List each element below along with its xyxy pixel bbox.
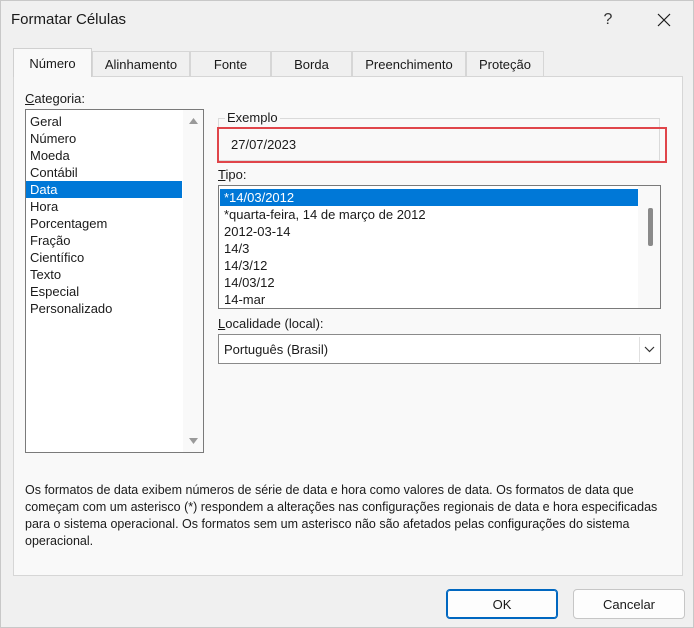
tab-protecao[interactable]: Proteção: [466, 51, 544, 76]
tab-preenchimento[interactable]: Preenchimento: [352, 51, 466, 76]
sample-legend: Exemplo: [225, 110, 280, 125]
title-bar: Formatar Células ?: [1, 1, 693, 39]
format-description: Os formatos de data exibem números de sé…: [25, 483, 658, 548]
category-listbox[interactable]: Geral Número Moeda Contábil Data Hora Porcenta…: [25, 109, 204, 453]
category-list-item[interactable]: Científico: [26, 249, 182, 266]
type-label: Tipo:: [218, 167, 247, 182]
type-list-item[interactable]: *14/03/2012: [220, 189, 639, 206]
category-list-item[interactable]: Fração: [26, 232, 182, 249]
triangle-up-icon: [188, 118, 198, 124]
category-list-item[interactable]: Contábil: [26, 164, 182, 181]
locale-select[interactable]: Português (Brasil): [218, 334, 661, 364]
category-label: Categoria:: [25, 91, 85, 106]
type-list-item[interactable]: 14/3/12: [220, 257, 639, 274]
type-list-item[interactable]: 14/03/12: [220, 274, 639, 291]
sample-highlight-box: [217, 127, 667, 163]
tab-label: Número: [29, 55, 76, 71]
tab-label: Proteção: [478, 56, 532, 72]
triangle-down-icon: [188, 438, 198, 444]
scroll-down-arrow[interactable]: [183, 432, 203, 450]
category-list-item[interactable]: Porcentagem: [26, 215, 182, 232]
tab-label: Borda: [294, 56, 329, 72]
locale-label: Localidade (local):: [218, 316, 324, 331]
tab-numero[interactable]: Número: [13, 48, 92, 77]
locale-dropdown-button[interactable]: [639, 337, 658, 362]
type-listbox[interactable]: *14/03/2012 *quarta-feira, 14 de março de…: [218, 185, 661, 309]
type-scrollbar[interactable]: [638, 186, 660, 308]
category-list-item[interactable]: Número: [26, 130, 182, 147]
cancel-label: Cancelar: [602, 596, 656, 612]
format-cells-dialog: Formatar Células ? Número Alinhamento Fo…: [0, 0, 694, 628]
type-list-item[interactable]: 14/3: [220, 240, 639, 257]
category-list-item[interactable]: Data: [26, 181, 182, 198]
category-list-item[interactable]: Moeda: [26, 147, 182, 164]
scroll-up-arrow[interactable]: [183, 112, 203, 130]
cancel-button[interactable]: Cancelar: [573, 589, 685, 619]
category-list-item[interactable]: Geral: [26, 113, 182, 130]
help-icon: ?: [603, 11, 613, 28]
help-button[interactable]: ?: [587, 5, 629, 35]
dialog-title: Formatar Células: [11, 11, 127, 28]
locale-value: Português (Brasil): [224, 342, 329, 357]
category-scrollbar[interactable]: [183, 110, 203, 452]
category-list-item[interactable]: Especial: [26, 283, 182, 300]
chevron-down-icon: [644, 346, 654, 353]
category-list-item[interactable]: Personalizado: [26, 300, 182, 317]
tab-alinhamento[interactable]: Alinhamento: [92, 51, 190, 76]
type-scroll-thumb[interactable]: [648, 208, 653, 246]
type-list-item[interactable]: 2012-03-14: [220, 223, 639, 240]
tab-label: Preenchimento: [365, 56, 453, 72]
close-icon: [657, 13, 671, 27]
type-list-item[interactable]: *quarta-feira, 14 de março de 2012: [220, 206, 639, 223]
tab-borda[interactable]: Borda: [271, 51, 352, 76]
type-list-item[interactable]: 14-mar: [220, 291, 639, 308]
ok-button[interactable]: OK: [446, 589, 558, 619]
tab-label: Fonte: [213, 56, 248, 72]
ok-label: OK: [492, 596, 512, 612]
category-list-item[interactable]: Hora: [26, 198, 182, 215]
close-button[interactable]: [641, 5, 687, 35]
category-list-item[interactable]: Texto: [26, 266, 182, 283]
tab-label: Alinhamento: [104, 56, 178, 72]
tab-fonte[interactable]: Fonte: [190, 51, 271, 76]
